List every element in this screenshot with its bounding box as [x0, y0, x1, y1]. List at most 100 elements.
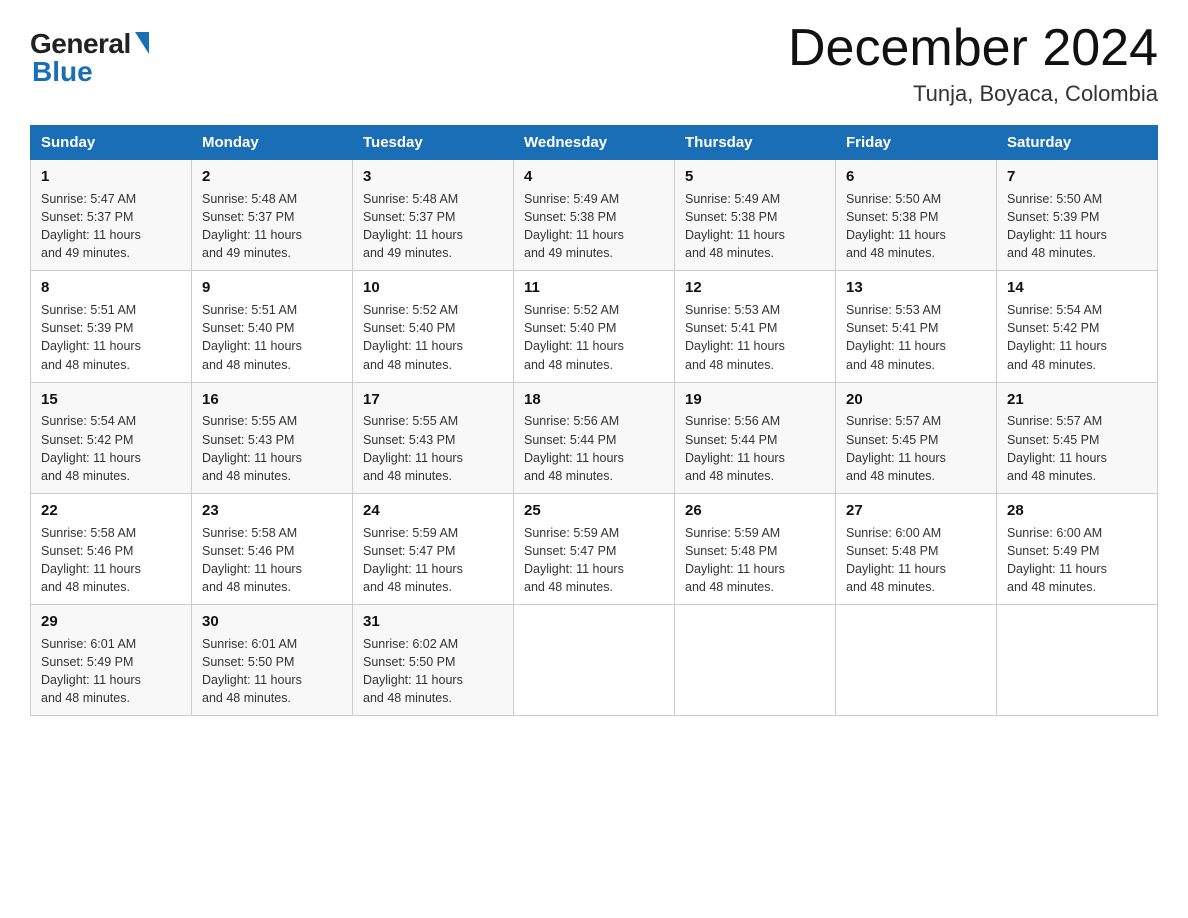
day-number: 5: [685, 166, 825, 188]
day-info: Sunrise: 5:56 AM Sunset: 5:44 PM Dayligh…: [524, 412, 664, 485]
header-wednesday: Wednesday: [514, 126, 675, 160]
day-number: 4: [524, 166, 664, 188]
calendar-cell: 15Sunrise: 5:54 AM Sunset: 5:42 PM Dayli…: [31, 382, 192, 493]
day-number: 19: [685, 389, 825, 411]
calendar-cell: 13Sunrise: 5:53 AM Sunset: 5:41 PM Dayli…: [836, 271, 997, 382]
day-number: 31: [363, 611, 503, 633]
calendar-cell: 11Sunrise: 5:52 AM Sunset: 5:40 PM Dayli…: [514, 271, 675, 382]
header-tuesday: Tuesday: [353, 126, 514, 160]
day-info: Sunrise: 5:54 AM Sunset: 5:42 PM Dayligh…: [41, 412, 181, 485]
day-number: 14: [1007, 277, 1147, 299]
day-number: 2: [202, 166, 342, 188]
page-header: General Blue December 2024 Tunja, Boyaca…: [30, 20, 1158, 107]
calendar-cell: 18Sunrise: 5:56 AM Sunset: 5:44 PM Dayli…: [514, 382, 675, 493]
day-number: 24: [363, 500, 503, 522]
day-number: 28: [1007, 500, 1147, 522]
day-number: 10: [363, 277, 503, 299]
calendar-cell: 3Sunrise: 5:48 AM Sunset: 5:37 PM Daylig…: [353, 160, 514, 271]
day-number: 21: [1007, 389, 1147, 411]
calendar-cell: 6Sunrise: 5:50 AM Sunset: 5:38 PM Daylig…: [836, 160, 997, 271]
day-info: Sunrise: 5:59 AM Sunset: 5:48 PM Dayligh…: [685, 524, 825, 597]
day-info: Sunrise: 6:00 AM Sunset: 5:49 PM Dayligh…: [1007, 524, 1147, 597]
calendar-cell: [675, 605, 836, 716]
calendar-cell: 4Sunrise: 5:49 AM Sunset: 5:38 PM Daylig…: [514, 160, 675, 271]
calendar-cell: 10Sunrise: 5:52 AM Sunset: 5:40 PM Dayli…: [353, 271, 514, 382]
day-info: Sunrise: 5:56 AM Sunset: 5:44 PM Dayligh…: [685, 412, 825, 485]
day-number: 17: [363, 389, 503, 411]
day-info: Sunrise: 6:01 AM Sunset: 5:49 PM Dayligh…: [41, 635, 181, 708]
calendar-cell: 1Sunrise: 5:47 AM Sunset: 5:37 PM Daylig…: [31, 160, 192, 271]
calendar-cell: [997, 605, 1158, 716]
day-info: Sunrise: 5:59 AM Sunset: 5:47 PM Dayligh…: [524, 524, 664, 597]
day-info: Sunrise: 5:58 AM Sunset: 5:46 PM Dayligh…: [202, 524, 342, 597]
day-info: Sunrise: 5:50 AM Sunset: 5:39 PM Dayligh…: [1007, 190, 1147, 263]
calendar-cell: 16Sunrise: 5:55 AM Sunset: 5:43 PM Dayli…: [192, 382, 353, 493]
header-friday: Friday: [836, 126, 997, 160]
calendar-cell: 7Sunrise: 5:50 AM Sunset: 5:39 PM Daylig…: [997, 160, 1158, 271]
day-info: Sunrise: 5:59 AM Sunset: 5:47 PM Dayligh…: [363, 524, 503, 597]
day-number: 16: [202, 389, 342, 411]
header-saturday: Saturday: [997, 126, 1158, 160]
day-info: Sunrise: 5:53 AM Sunset: 5:41 PM Dayligh…: [846, 301, 986, 374]
calendar-cell: 28Sunrise: 6:00 AM Sunset: 5:49 PM Dayli…: [997, 493, 1158, 604]
calendar-table: SundayMondayTuesdayWednesdayThursdayFrid…: [30, 125, 1158, 716]
calendar-cell: 23Sunrise: 5:58 AM Sunset: 5:46 PM Dayli…: [192, 493, 353, 604]
day-info: Sunrise: 5:55 AM Sunset: 5:43 PM Dayligh…: [363, 412, 503, 485]
day-number: 15: [41, 389, 181, 411]
location-subtitle: Tunja, Boyaca, Colombia: [788, 81, 1158, 107]
day-info: Sunrise: 5:51 AM Sunset: 5:39 PM Dayligh…: [41, 301, 181, 374]
header-monday: Monday: [192, 126, 353, 160]
day-info: Sunrise: 5:47 AM Sunset: 5:37 PM Dayligh…: [41, 190, 181, 263]
day-number: 18: [524, 389, 664, 411]
day-info: Sunrise: 6:01 AM Sunset: 5:50 PM Dayligh…: [202, 635, 342, 708]
calendar-week-row: 8Sunrise: 5:51 AM Sunset: 5:39 PM Daylig…: [31, 271, 1158, 382]
day-number: 30: [202, 611, 342, 633]
calendar-cell: 25Sunrise: 5:59 AM Sunset: 5:47 PM Dayli…: [514, 493, 675, 604]
day-number: 12: [685, 277, 825, 299]
day-info: Sunrise: 5:49 AM Sunset: 5:38 PM Dayligh…: [685, 190, 825, 263]
calendar-cell: 21Sunrise: 5:57 AM Sunset: 5:45 PM Dayli…: [997, 382, 1158, 493]
calendar-week-row: 1Sunrise: 5:47 AM Sunset: 5:37 PM Daylig…: [31, 160, 1158, 271]
calendar-cell: 14Sunrise: 5:54 AM Sunset: 5:42 PM Dayli…: [997, 271, 1158, 382]
day-number: 8: [41, 277, 181, 299]
day-info: Sunrise: 6:00 AM Sunset: 5:48 PM Dayligh…: [846, 524, 986, 597]
day-number: 11: [524, 277, 664, 299]
day-number: 9: [202, 277, 342, 299]
day-number: 1: [41, 166, 181, 188]
calendar-cell: 30Sunrise: 6:01 AM Sunset: 5:50 PM Dayli…: [192, 605, 353, 716]
calendar-header-row: SundayMondayTuesdayWednesdayThursdayFrid…: [31, 126, 1158, 160]
day-info: Sunrise: 5:48 AM Sunset: 5:37 PM Dayligh…: [202, 190, 342, 263]
calendar-cell: 9Sunrise: 5:51 AM Sunset: 5:40 PM Daylig…: [192, 271, 353, 382]
header-sunday: Sunday: [31, 126, 192, 160]
logo-blue-text: Blue: [32, 56, 93, 88]
day-info: Sunrise: 5:54 AM Sunset: 5:42 PM Dayligh…: [1007, 301, 1147, 374]
day-number: 20: [846, 389, 986, 411]
logo-triangle-icon: [135, 32, 149, 54]
day-info: Sunrise: 5:52 AM Sunset: 5:40 PM Dayligh…: [363, 301, 503, 374]
calendar-cell: 26Sunrise: 5:59 AM Sunset: 5:48 PM Dayli…: [675, 493, 836, 604]
calendar-week-row: 15Sunrise: 5:54 AM Sunset: 5:42 PM Dayli…: [31, 382, 1158, 493]
calendar-week-row: 29Sunrise: 6:01 AM Sunset: 5:49 PM Dayli…: [31, 605, 1158, 716]
title-block: December 2024 Tunja, Boyaca, Colombia: [788, 20, 1158, 107]
day-info: Sunrise: 5:57 AM Sunset: 5:45 PM Dayligh…: [846, 412, 986, 485]
day-info: Sunrise: 5:51 AM Sunset: 5:40 PM Dayligh…: [202, 301, 342, 374]
day-info: Sunrise: 5:55 AM Sunset: 5:43 PM Dayligh…: [202, 412, 342, 485]
day-number: 22: [41, 500, 181, 522]
day-number: 27: [846, 500, 986, 522]
day-number: 29: [41, 611, 181, 633]
calendar-week-row: 22Sunrise: 5:58 AM Sunset: 5:46 PM Dayli…: [31, 493, 1158, 604]
day-number: 13: [846, 277, 986, 299]
day-number: 25: [524, 500, 664, 522]
day-info: Sunrise: 5:58 AM Sunset: 5:46 PM Dayligh…: [41, 524, 181, 597]
day-info: Sunrise: 5:57 AM Sunset: 5:45 PM Dayligh…: [1007, 412, 1147, 485]
day-info: Sunrise: 6:02 AM Sunset: 5:50 PM Dayligh…: [363, 635, 503, 708]
day-info: Sunrise: 5:49 AM Sunset: 5:38 PM Dayligh…: [524, 190, 664, 263]
day-info: Sunrise: 5:53 AM Sunset: 5:41 PM Dayligh…: [685, 301, 825, 374]
day-number: 23: [202, 500, 342, 522]
calendar-cell: 29Sunrise: 6:01 AM Sunset: 5:49 PM Dayli…: [31, 605, 192, 716]
header-thursday: Thursday: [675, 126, 836, 160]
calendar-cell: 22Sunrise: 5:58 AM Sunset: 5:46 PM Dayli…: [31, 493, 192, 604]
calendar-cell: 27Sunrise: 6:00 AM Sunset: 5:48 PM Dayli…: [836, 493, 997, 604]
day-info: Sunrise: 5:50 AM Sunset: 5:38 PM Dayligh…: [846, 190, 986, 263]
day-info: Sunrise: 5:48 AM Sunset: 5:37 PM Dayligh…: [363, 190, 503, 263]
